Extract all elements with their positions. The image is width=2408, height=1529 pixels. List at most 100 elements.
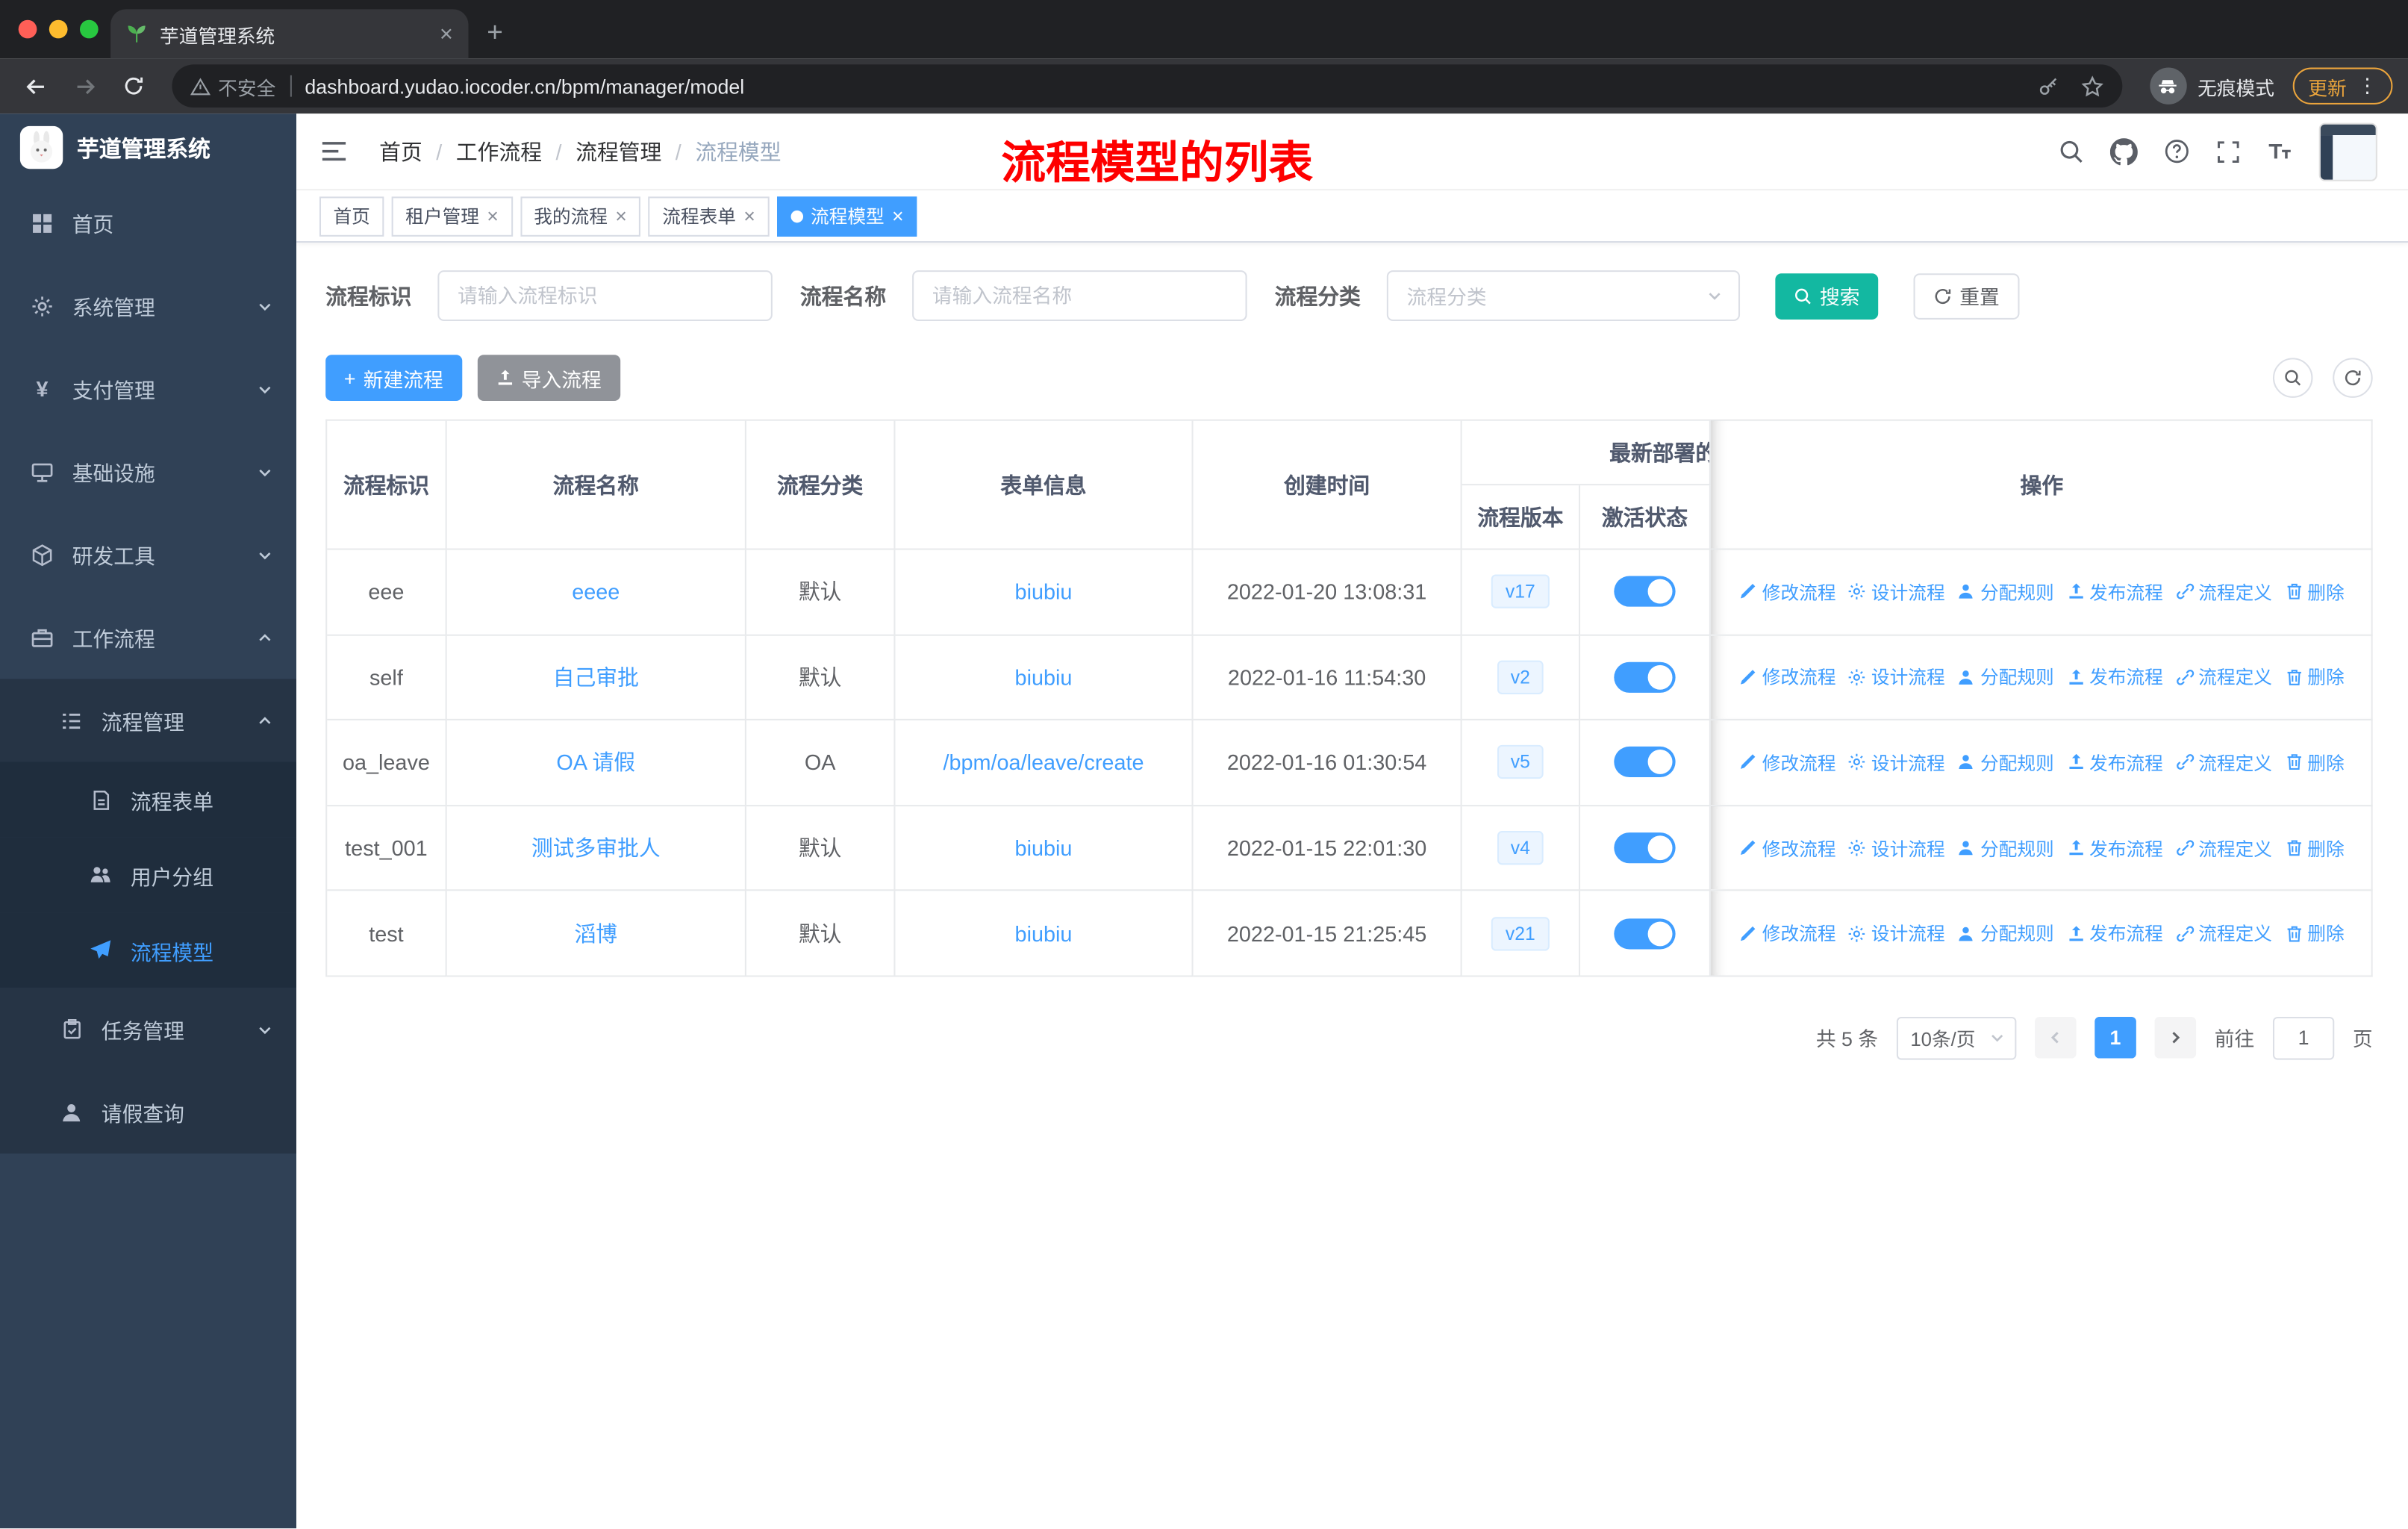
op-design-link[interactable]: 设计流程 (1848, 664, 1945, 691)
op-definition-link[interactable]: 流程定义 (2175, 664, 2272, 691)
active-toggle[interactable] (1614, 832, 1676, 864)
tab-home[interactable]: 首页 (319, 196, 384, 236)
form-link[interactable]: biubiu (1015, 921, 1073, 946)
sidebar-item-task-management[interactable]: 任务管理 (0, 987, 297, 1071)
font-size-button[interactable] (2267, 138, 2293, 164)
op-delete-link[interactable]: 删除 (2284, 921, 2345, 947)
tab-my-process[interactable]: 我的流程 × (520, 196, 641, 236)
op-design-link[interactable]: 设计流程 (1848, 579, 1945, 605)
sidebar-item-devtools[interactable]: 研发工具 (0, 513, 296, 596)
sidebar-item-system-management[interactable]: 系统管理 (0, 264, 296, 347)
version-tag[interactable]: v2 (1497, 660, 1544, 694)
form-link[interactable]: biubiu (1015, 665, 1073, 690)
op-definition-link[interactable]: 流程定义 (2175, 921, 2272, 947)
process-name-link[interactable]: 测试多审批人 (531, 832, 661, 863)
sidebar-item-infrastructure[interactable]: 基础设施 (0, 430, 296, 513)
process-name-input[interactable] (912, 270, 1247, 321)
form-link[interactable]: /bpm/oa/leave/create (943, 750, 1144, 775)
op-assign-link[interactable]: 分配规则 (1957, 921, 2054, 947)
op-publish-link[interactable]: 发布流程 (2066, 921, 2163, 947)
close-icon[interactable]: × (615, 206, 627, 226)
process-name-link[interactable]: eeee (572, 579, 620, 604)
op-modify-link[interactable]: 修改流程 (1739, 579, 1836, 605)
op-assign-link[interactable]: 分配规则 (1957, 750, 2054, 776)
op-design-link[interactable]: 设计流程 (1848, 835, 1945, 861)
sidebar-logo[interactable]: 芋道管理系统 (0, 113, 296, 181)
op-design-link[interactable]: 设计流程 (1848, 921, 1945, 947)
active-toggle[interactable] (1614, 918, 1676, 949)
window-close-button[interactable] (18, 19, 37, 39)
op-modify-link[interactable]: 修改流程 (1739, 921, 1836, 947)
op-definition-link[interactable]: 流程定义 (2175, 835, 2272, 861)
active-toggle[interactable] (1614, 576, 1676, 608)
op-assign-link[interactable]: 分配规则 (1957, 579, 2054, 605)
version-tag[interactable]: v21 (1491, 916, 1550, 950)
toggle-search-button[interactable] (2272, 358, 2313, 398)
url-bar[interactable]: 不安全 dashboard.yudao.iocoder.cn/bpm/manag… (172, 64, 2123, 108)
prev-page-button[interactable] (2034, 1017, 2077, 1059)
close-icon[interactable]: × (892, 206, 904, 226)
forward-button[interactable] (64, 66, 104, 105)
active-toggle[interactable] (1614, 661, 1676, 693)
close-icon[interactable]: × (743, 206, 755, 226)
refresh-table-button[interactable] (2333, 358, 2373, 398)
version-tag[interactable]: v5 (1497, 745, 1544, 780)
sidebar-item-process-model[interactable]: 流程模型 (0, 912, 297, 988)
sidebar-item-process-form[interactable]: 流程表单 (0, 762, 297, 838)
op-modify-link[interactable]: 修改流程 (1739, 664, 1836, 691)
browser-tab[interactable]: 芋道管理系统 × (110, 9, 469, 59)
github-link[interactable] (2109, 137, 2138, 165)
version-tag[interactable]: v17 (1491, 575, 1550, 609)
op-delete-link[interactable]: 删除 (2284, 579, 2345, 605)
reload-button[interactable] (113, 66, 153, 105)
op-publish-link[interactable]: 发布流程 (2066, 579, 2163, 605)
help-button[interactable] (2164, 138, 2190, 164)
op-assign-link[interactable]: 分配规则 (1957, 664, 2054, 691)
op-publish-link[interactable]: 发布流程 (2066, 664, 2163, 691)
create-process-button[interactable]: + 新建流程 (325, 355, 462, 401)
goto-page-input[interactable] (2272, 1016, 2335, 1060)
sidebar-toggle-button[interactable] (319, 137, 349, 166)
window-minimize-button[interactable] (49, 19, 68, 39)
process-name-link[interactable]: 自己审批 (553, 662, 639, 693)
form-link[interactable]: biubiu (1015, 835, 1073, 860)
bookmark-star-icon[interactable] (2081, 75, 2104, 98)
sidebar-item-payment-management[interactable]: ¥ 支付管理 (0, 347, 296, 430)
tab-process-model[interactable]: 流程模型 × (776, 196, 918, 236)
window-controls[interactable] (18, 19, 99, 39)
op-definition-link[interactable]: 流程定义 (2175, 750, 2272, 776)
sidebar-item-home[interactable]: 首页 (0, 181, 296, 264)
tab-process-form[interactable]: 流程表单 × (648, 196, 770, 236)
op-delete-link[interactable]: 删除 (2284, 835, 2345, 861)
page-size-select[interactable]: 10条/页 (1896, 1016, 2017, 1060)
close-icon[interactable]: × (487, 206, 499, 226)
breadcrumb-item[interactable]: 工作流程 (456, 136, 542, 166)
tab-close-icon[interactable]: × (440, 22, 453, 46)
op-modify-link[interactable]: 修改流程 (1739, 750, 1836, 776)
op-delete-link[interactable]: 删除 (2284, 750, 2345, 776)
breadcrumb-item[interactable]: 首页 (379, 136, 422, 166)
new-tab-button[interactable]: + (487, 17, 503, 49)
op-delete-link[interactable]: 删除 (2284, 664, 2345, 691)
breadcrumb-item[interactable]: 流程管理 (576, 136, 661, 166)
reset-button[interactable]: 重置 (1913, 273, 2020, 319)
op-publish-link[interactable]: 发布流程 (2066, 835, 2163, 861)
avatar[interactable] (2318, 122, 2377, 181)
key-icon[interactable] (2038, 75, 2059, 98)
form-link[interactable]: biubiu (1015, 579, 1073, 604)
op-publish-link[interactable]: 发布流程 (2066, 750, 2163, 776)
next-page-button[interactable] (2154, 1017, 2197, 1059)
url-text[interactable]: dashboard.yudao.iocoder.cn/bpm/manager/m… (305, 75, 2038, 98)
op-definition-link[interactable]: 流程定义 (2175, 579, 2272, 605)
back-button[interactable] (16, 66, 55, 105)
header-search-button[interactable] (2058, 138, 2084, 164)
sidebar-item-user-group[interactable]: 用户分组 (0, 837, 297, 913)
sidebar-item-leave-query[interactable]: 请假查询 (0, 1071, 297, 1154)
process-key-input[interactable] (437, 270, 773, 321)
process-name-link[interactable]: OA 请假 (556, 747, 635, 778)
process-name-link[interactable]: 滔博 (574, 918, 617, 949)
version-tag[interactable]: v4 (1497, 831, 1544, 865)
op-design-link[interactable]: 设计流程 (1848, 750, 1945, 776)
browser-update-button[interactable]: 更新 ⋮ (2292, 67, 2393, 105)
import-process-button[interactable]: 导入流程 (477, 355, 620, 401)
